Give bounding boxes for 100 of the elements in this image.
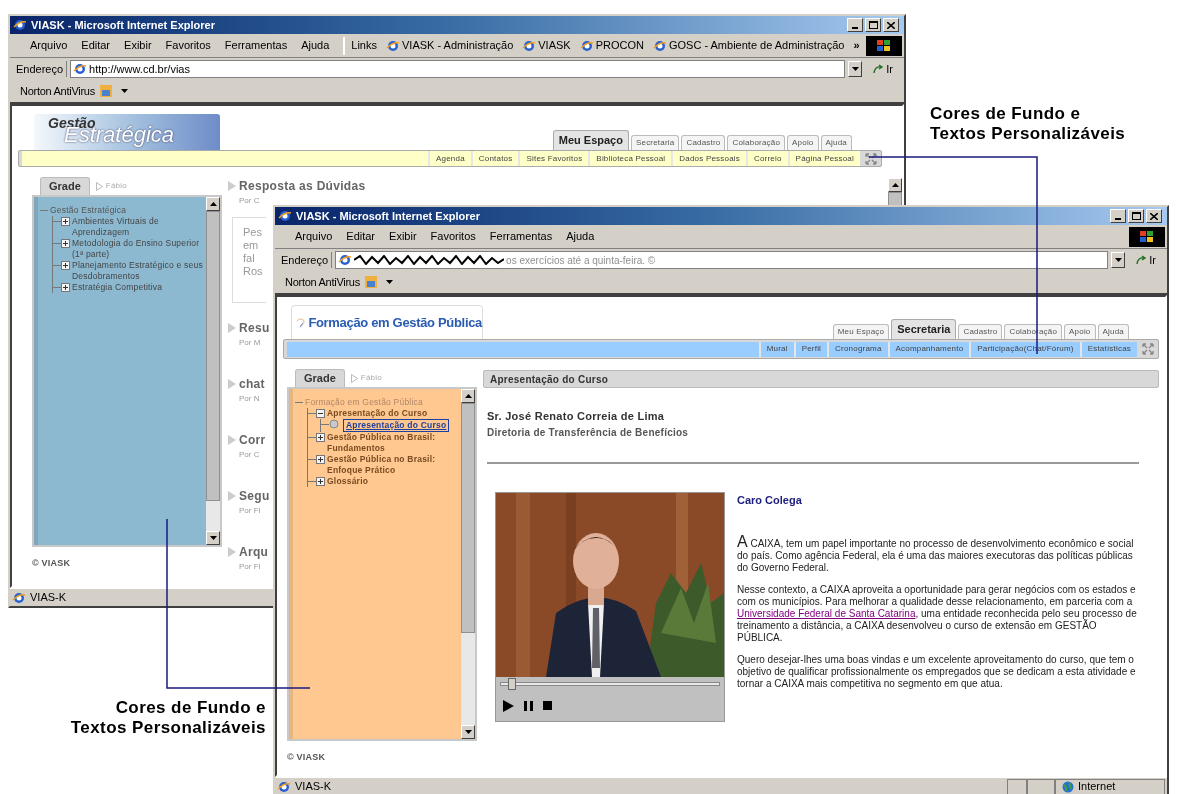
subnav-link[interactable]: Perfil: [793, 341, 828, 357]
menu-item[interactable]: Editar: [81, 37, 111, 54]
plus-box-icon[interactable]: [316, 477, 325, 486]
menu-item[interactable]: Arquivo: [295, 228, 333, 245]
toolbar-label: Norton AntiVirus: [20, 83, 95, 99]
subnav-link[interactable]: Sites Favoritos: [518, 151, 589, 166]
tree-item[interactable]: Apresentação do Curso: [327, 408, 428, 419]
pause-icon[interactable]: [524, 700, 533, 711]
tab[interactable]: Secretaria: [891, 319, 957, 339]
dropdown-button[interactable]: [1111, 252, 1126, 268]
close-button[interactable]: [883, 18, 899, 32]
author-name: Sr. José Renato Correia de Lima: [487, 409, 666, 424]
excerpt-text: em: [243, 239, 260, 252]
grade-tab[interactable]: Grade: [295, 369, 345, 387]
copyright: © VIASK: [287, 751, 327, 764]
menu-item[interactable]: Exibir: [389, 228, 417, 245]
menu-item[interactable]: Favoritos: [165, 37, 211, 54]
tab[interactable]: Apoio: [787, 135, 819, 150]
link-button[interactable]: GOSC - Ambiente de Administração: [652, 37, 845, 54]
up-arrow-icon: [464, 394, 472, 398]
close-button[interactable]: [1146, 209, 1162, 223]
go-button[interactable]: Ir: [1128, 251, 1164, 269]
tab[interactable]: Ajuda: [1097, 324, 1129, 339]
triangle-icon: [228, 547, 236, 557]
plus-box-icon[interactable]: [316, 455, 325, 464]
scrollbar[interactable]: [461, 389, 475, 739]
excerpt-text: Ros: [243, 265, 264, 278]
plus-box-icon[interactable]: [61, 217, 70, 226]
address-text: os exercícios até a quinta-feira. ©: [506, 253, 656, 268]
triangle-icon: [228, 491, 236, 501]
menu-item[interactable]: Ferramentas: [224, 37, 288, 54]
grade-tab[interactable]: Grade: [40, 177, 90, 195]
subnav-link[interactable]: Mural: [758, 341, 794, 357]
tab[interactable]: Cadastro: [958, 324, 1003, 339]
menu-item[interactable]: Ajuda: [301, 37, 330, 54]
breadcrumb: Fábio: [105, 180, 127, 192]
subnav-link[interactable]: Correio: [745, 151, 788, 166]
subnav-link[interactable]: Biblioteca Pessoal: [588, 151, 672, 166]
plus-box-icon[interactable]: [316, 433, 325, 442]
post-title[interactable]: Segu: [239, 487, 270, 505]
plus-box-icon[interactable]: [61, 239, 70, 248]
link-button[interactable]: VIASK: [522, 37, 571, 54]
triangle-icon: [228, 435, 236, 445]
menu-item[interactable]: Ferramentas: [489, 228, 553, 245]
address-label: Endereço: [278, 251, 333, 269]
menu-item[interactable]: Editar: [346, 228, 376, 245]
post-title[interactable]: chat: [239, 375, 265, 393]
tab[interactable]: Meu Espaço: [552, 130, 629, 150]
tree-item[interactable]: Gestão Estratégica: [50, 205, 127, 216]
tab[interactable]: Meu Espaço: [832, 324, 890, 339]
menu-item[interactable]: Favoritos: [430, 228, 476, 245]
address-field[interactable]: http://www.cd.br/vias: [70, 60, 846, 78]
menu-item[interactable]: Arquivo: [30, 37, 68, 54]
tab[interactable]: Colaboração: [727, 135, 786, 150]
maximize-button[interactable]: [865, 18, 881, 32]
plus-box-icon[interactable]: [61, 283, 70, 292]
minimize-button[interactable]: [847, 18, 863, 32]
subnav-link[interactable]: Cronograma: [827, 341, 888, 357]
play-icon[interactable]: [502, 699, 514, 712]
post-title[interactable]: Corr: [239, 431, 266, 449]
more-links-button[interactable]: »: [853, 37, 860, 54]
menu-item[interactable]: Ajuda: [566, 228, 595, 245]
tree-item[interactable]: Planejamento Estratégico e seus Desdobramentos: [72, 260, 204, 282]
minus-box-icon[interactable]: [316, 409, 325, 418]
dropdown-button[interactable]: [848, 61, 863, 77]
browser-icon: [278, 209, 292, 223]
scrollbar[interactable]: [206, 197, 220, 545]
scrollbar[interactable]: [888, 178, 902, 206]
tab[interactable]: Ajuda: [820, 135, 852, 150]
post-title[interactable]: Arqu: [239, 543, 269, 561]
menu-item[interactable]: Exibir: [124, 37, 152, 54]
tree-item[interactable]: Apresentação do Curso: [343, 419, 450, 432]
tree-item[interactable]: Glossário: [327, 476, 369, 487]
tree-item[interactable]: Estratégia Competitiva: [72, 282, 163, 293]
link-button[interactable]: PROCON: [579, 37, 644, 54]
subnav-link[interactable]: Página Pessoal: [787, 151, 860, 166]
maximize-icon: [1131, 212, 1141, 220]
subnav-link[interactable]: Agenda: [428, 151, 471, 166]
maximize-button[interactable]: [1128, 209, 1144, 223]
shield-icon: [363, 275, 378, 289]
tree-item[interactable]: Gestão Pública no Brasil: Enfoque Prático: [327, 454, 459, 476]
caret-icon: [1114, 258, 1122, 262]
tree-item[interactable]: Ambientes Virtuais de Aprendizagem: [72, 216, 204, 238]
tab[interactable]: Cadastro: [681, 135, 726, 150]
collapse-icon[interactable]: [864, 151, 878, 166]
tree-item[interactable]: Metodologia do Ensino Superior (1ª parte): [72, 238, 204, 260]
link-button[interactable]: VIASK - Administração: [386, 37, 514, 54]
tree-item[interactable]: Gestão Pública no Brasil: Fundamentos: [327, 432, 459, 454]
post-title[interactable]: Resposta as Dúvidas: [239, 177, 366, 195]
subnav-link[interactable]: Contatos: [470, 151, 519, 166]
subnav-link[interactable]: Estatísticas: [1079, 341, 1137, 357]
seek-thumb[interactable]: [507, 677, 516, 690]
subnav-link[interactable]: Dados Pessoais: [671, 151, 746, 166]
post-title[interactable]: Resu: [239, 319, 270, 337]
plus-box-icon[interactable]: [61, 261, 70, 270]
tab[interactable]: Secretaria: [630, 135, 680, 150]
minimize-button[interactable]: [1110, 209, 1126, 223]
go-button[interactable]: Ir: [865, 60, 901, 78]
tab[interactable]: Apoio: [1064, 324, 1096, 339]
subnav-link[interactable]: Acompanhamento: [887, 341, 970, 357]
